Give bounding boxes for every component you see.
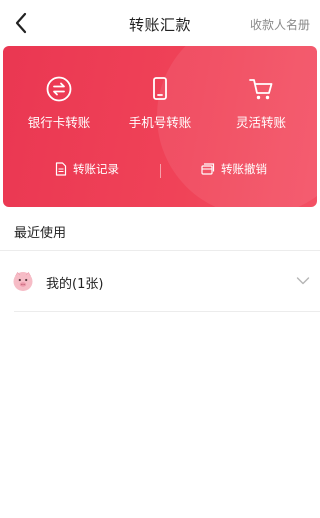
payee-list-link[interactable]: 收款人名册 (250, 16, 310, 33)
row-divider (14, 311, 320, 312)
pig-avatar-icon (13, 272, 33, 291)
transfer-cancel-link[interactable]: 转账撤销 (201, 160, 267, 178)
flexible-transfer-button[interactable]: 灵活转账 (209, 74, 313, 131)
bank-card-transfer-button[interactable]: 银行卡转账 (7, 74, 111, 131)
navigation-bar: 转账汇款 收款人名册 (0, 0, 320, 46)
phone-transfer-button[interactable]: 手机号转账 (108, 74, 212, 131)
recent-section-title: 最近使用 (14, 226, 67, 241)
cart-icon (249, 79, 273, 100)
phone-transfer-label: 手机号转账 (128, 115, 192, 130)
transfer-cancel-label: 转账撤销 (221, 162, 267, 176)
list-item[interactable]: 我的(1张) (0, 262, 320, 302)
section-divider (0, 250, 320, 251)
phone-icon (153, 77, 167, 100)
transfer-actions-card: 银行卡转账 手机号转账 灵活转账 转账记录 转账撤销 (3, 46, 317, 207)
flexible-transfer-label: 灵活转账 (235, 115, 286, 130)
transfer-records-link[interactable]: 转账记录 (55, 160, 119, 178)
cards-icon (201, 163, 215, 175)
links-divider (160, 164, 161, 178)
chevron-down-icon[interactable] (296, 276, 310, 286)
document-icon (55, 162, 67, 176)
account-group-label: 我的(1张) (46, 277, 104, 292)
exchange-icon (46, 76, 72, 102)
transfer-records-label: 转账记录 (73, 162, 119, 176)
bank-card-transfer-label: 银行卡转账 (27, 115, 91, 130)
